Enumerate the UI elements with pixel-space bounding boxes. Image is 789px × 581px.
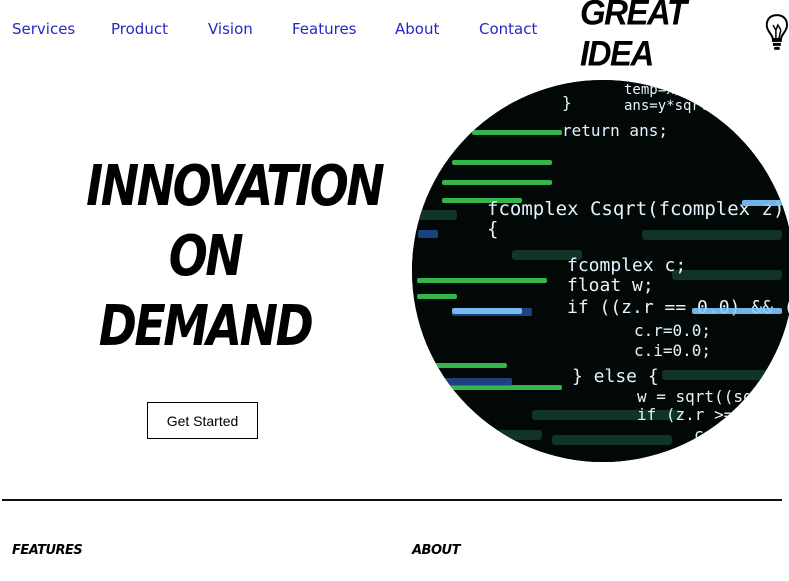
footer-heading-about: ABOUT [412,543,460,558]
code-line: } [562,93,572,112]
code-line: c.r [694,425,723,444]
brand-logo[interactable]: GREAT IDEA [580,0,789,73]
nav-link-about[interactable]: About [395,20,439,38]
nav-link-vision[interactable]: Vision [208,20,253,38]
lightbulb-icon [766,14,789,50]
code-line: float w; [567,275,654,296]
code-line: ans=y*sqrt(1.0+temp*temp); [624,98,789,114]
logo-text: GREAT IDEA [580,0,687,73]
get-started-button[interactable]: Get Started [147,402,258,439]
code-line: return ans; [562,121,668,140]
code-line: c.i=0.0; [634,341,711,360]
hero-title-line: DEMAND [98,294,314,359]
hero-title-line: INNOVATION [86,154,385,219]
code-line: temp=x/y; [624,82,700,98]
code-line: if (z.r >= 0.0){ [637,405,789,424]
footer-heading-features: FEATURES [12,543,83,558]
nav-link-contact[interactable]: Contact [479,20,537,38]
code-line: fcomplex Csqrt(fcomplex z) [487,198,784,220]
code-line: fcomplex c; [567,255,686,276]
nav-link-services[interactable]: Services [12,20,75,38]
code-line: w = sqrt((sqrt(z.r*z.r [637,387,789,406]
code-line: { [487,218,498,240]
nav-link-product[interactable]: Product [111,20,168,38]
code-line: } else { [572,366,659,387]
hero-title-line: ON [168,224,244,289]
hero-title: INNOVATION ON DEMAND [86,152,385,362]
code-line: c.r=0.0; [634,321,711,340]
nav-link-features[interactable]: Features [292,20,357,38]
hero-code-image: temp=x/y; ans=y*sqrt(1.0+temp*temp); } r… [412,80,789,462]
code-screen-graphic: temp=x/y; ans=y*sqrt(1.0+temp*temp); } r… [412,80,789,462]
section-divider [2,499,782,501]
code-line: if ((z.r == 0.0) && (z.i == 0.0)) { [567,297,789,318]
